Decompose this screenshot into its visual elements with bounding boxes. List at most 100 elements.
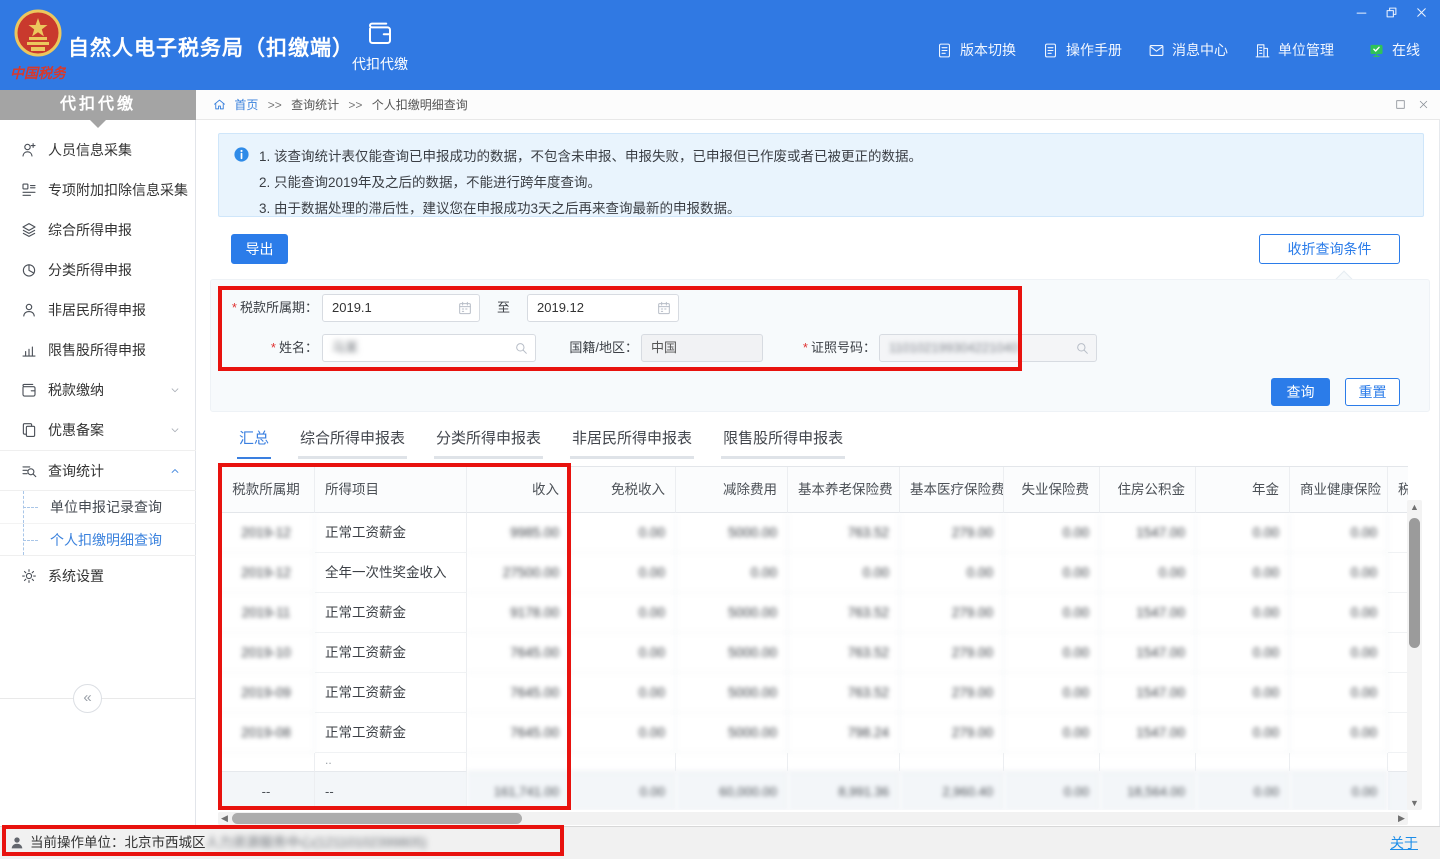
search-icon[interactable] bbox=[513, 340, 529, 356]
table-cell bbox=[1100, 753, 1196, 771]
table-cell: .. bbox=[315, 753, 467, 771]
close-button[interactable] bbox=[1414, 4, 1432, 20]
restore-button[interactable] bbox=[1384, 4, 1402, 20]
sidebar-item[interactable]: 限售股所得申报 bbox=[0, 330, 196, 370]
topnav-item[interactable]: 操作手册 bbox=[1042, 40, 1122, 60]
gear-icon bbox=[20, 567, 38, 585]
tab-item[interactable]: 限售股所得申报表 bbox=[721, 427, 845, 459]
name-input[interactable]: 马某 bbox=[322, 334, 536, 362]
table-cell bbox=[788, 753, 900, 771]
search-icon[interactable] bbox=[1074, 340, 1090, 356]
module-tab-daikou[interactable]: 代扣代缴 bbox=[340, 14, 420, 84]
table-cell: 763.52 bbox=[788, 633, 900, 673]
reset-button[interactable]: 重置 bbox=[1345, 378, 1400, 406]
table-row: 2019-10正常工资薪金7645.000.005000.00763.52279… bbox=[218, 633, 1408, 673]
table-cell: 763.52 bbox=[788, 513, 900, 553]
table-cell: 7645.00 bbox=[467, 713, 570, 753]
query-button[interactable]: 查询 bbox=[1271, 378, 1330, 406]
panel-close-icon[interactable] bbox=[1417, 98, 1430, 111]
sidebar-item[interactable]: 税款缴纳 bbox=[0, 370, 196, 410]
breadcrumb-home[interactable]: 首页 bbox=[234, 98, 258, 112]
topnav-item[interactable]: 单位管理 bbox=[1254, 40, 1334, 60]
notice-line: 1. 该查询统计表仅能查询已申报成功的数据，不包含未申报、申报失败，已申报但已作… bbox=[259, 144, 1405, 170]
home-icon bbox=[212, 97, 227, 112]
calendar-icon[interactable] bbox=[457, 300, 473, 316]
table-cell: 0.00 bbox=[1290, 673, 1388, 713]
table-cell: 所得项目 bbox=[315, 467, 467, 513]
sidebar-collapse-button[interactable]: « bbox=[73, 684, 102, 713]
current-unit-text: 当前操作单位：北京市西城区人力资源服务中心(12110102399805) bbox=[30, 827, 427, 859]
hscroll-thumb[interactable] bbox=[232, 813, 522, 824]
about-link[interactable]: 关于 bbox=[1390, 827, 1418, 859]
period-to-input[interactable]: 2019.12 bbox=[527, 294, 679, 322]
scroll-right-arrow[interactable]: ▶ bbox=[1395, 812, 1408, 825]
tab-item[interactable]: 非居民所得申报表 bbox=[570, 427, 694, 459]
topnav-item[interactable]: 版本切换 bbox=[936, 40, 1016, 60]
toggle-query-button[interactable]: 收折查询条件 bbox=[1259, 234, 1400, 264]
table-cell: 0.00 bbox=[1290, 633, 1388, 673]
table-cell: 0.00 bbox=[900, 553, 1004, 593]
table-cell bbox=[1388, 713, 1408, 753]
sidebar-item[interactable]: 人员信息采集 bbox=[0, 130, 196, 170]
pie-icon bbox=[20, 261, 38, 279]
table-cell bbox=[900, 753, 1004, 771]
breadcrumb: 首页 >> 查询统计 >> 个人扣缴明细查询 bbox=[196, 90, 1440, 120]
breadcrumb-separator: >> bbox=[348, 98, 362, 112]
sidebar-item[interactable]: 优惠备案 bbox=[0, 410, 196, 450]
scroll-up-arrow[interactable]: ▲ bbox=[1407, 500, 1422, 514]
table-ellipsis-row: .. bbox=[218, 753, 1408, 771]
vscroll-thumb[interactable] bbox=[1409, 518, 1420, 648]
sidebar-item-label: 人员信息采集 bbox=[48, 142, 132, 158]
sidebar-item[interactable]: 综合所得申报 bbox=[0, 210, 196, 250]
chevron-down-icon bbox=[168, 383, 182, 397]
panel-maximize-icon[interactable] bbox=[1394, 98, 1407, 111]
table-cell: 0.00 bbox=[1004, 673, 1100, 713]
table-cell: 0.00 bbox=[1196, 713, 1290, 753]
sidebar-subitem-label: 个人扣缴明细查询 bbox=[50, 532, 162, 548]
sidebar-subitem[interactable]: 个人扣缴明细查询 bbox=[0, 523, 196, 555]
notice-line: 3. 由于数据处理的滞后性，建议您在申报成功3天之后再来查询最新的申报数据。 bbox=[259, 196, 1405, 222]
scroll-left-arrow[interactable]: ◀ bbox=[218, 812, 231, 825]
table-header-row: 税款所属期所得项目收入免税收入减除费用基本养老保险费基本医疗保险费失业保险费住房… bbox=[218, 467, 1408, 513]
nationality-input: 中国 bbox=[641, 334, 763, 362]
cert-label: *证照号码： bbox=[778, 334, 876, 362]
sidebar-item[interactable]: 查询统计 bbox=[0, 450, 196, 490]
calendar-icon[interactable] bbox=[656, 300, 672, 316]
tab-item[interactable]: 综合所得申报表 bbox=[298, 427, 407, 459]
current-unit-masked: 人力资源服务中心(12110102399805) bbox=[206, 835, 427, 850]
table-cell bbox=[1388, 553, 1408, 593]
topnav-item-label: 版本切换 bbox=[960, 40, 1016, 60]
table-cell: 5000.00 bbox=[676, 713, 788, 753]
table-cell: 0.00 bbox=[570, 593, 676, 633]
table-cell: 0.00 bbox=[1290, 593, 1388, 633]
horizontal-scrollbar[interactable]: ◀ ▶ bbox=[218, 812, 1408, 825]
table-cell bbox=[1388, 633, 1408, 673]
sidebar-subitem[interactable]: 单位申报记录查询 bbox=[0, 491, 196, 523]
export-button[interactable]: 导出 bbox=[231, 234, 288, 264]
scroll-down-arrow[interactable]: ▼ bbox=[1407, 796, 1422, 810]
minimize-button[interactable] bbox=[1354, 4, 1372, 20]
sidebar-item[interactable]: 分类所得申报 bbox=[0, 250, 196, 290]
table-cell: 8,991.36 bbox=[788, 771, 900, 810]
online-status[interactable]: 在线 bbox=[1368, 40, 1420, 60]
table-cell: 0.00 bbox=[1196, 553, 1290, 593]
table-row: 2019-11正常工资薪金9178.000.005000.00763.52279… bbox=[218, 593, 1408, 633]
sidebar-item[interactable]: 非居民所得申报 bbox=[0, 290, 196, 330]
table-cell: 0.00 bbox=[676, 553, 788, 593]
cert-input[interactable]: 110102199304221040 bbox=[879, 334, 1097, 362]
form-icon bbox=[20, 181, 38, 199]
app-window: 中国税务 自然人电子税务局（扣缴端） 代扣代缴 版本切换操作手册消息中心单位管理… bbox=[0, 0, 1440, 859]
period-from-input[interactable]: 2019.1 bbox=[322, 294, 480, 322]
table-cell: 基本养老保险费 bbox=[788, 467, 900, 513]
tab-active[interactable]: 汇总 bbox=[237, 427, 271, 459]
vertical-scrollbar[interactable]: ▲ ▼ bbox=[1407, 500, 1422, 810]
tab-item[interactable]: 分类所得申报表 bbox=[434, 427, 543, 459]
sidebar-item[interactable]: 系统设置 bbox=[0, 556, 196, 596]
table-cell: 7645.00 bbox=[467, 673, 570, 713]
table-cell: 0.00 bbox=[570, 513, 676, 553]
sidebar-item[interactable]: 专项附加扣除信息采集 bbox=[0, 170, 196, 210]
module-tab-label: 代扣代缴 bbox=[340, 54, 420, 74]
table-cell: 正常工资薪金 bbox=[315, 713, 467, 753]
wallet-icon bbox=[20, 381, 38, 399]
topnav-item[interactable]: 消息中心 bbox=[1148, 40, 1228, 60]
